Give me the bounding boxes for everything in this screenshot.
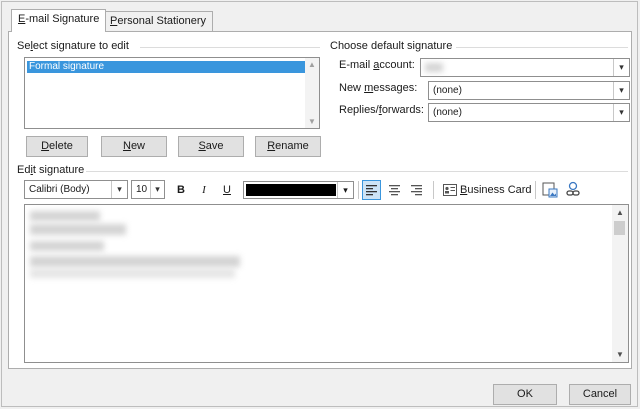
replies-forwards-select[interactable]: (none) ▾ xyxy=(428,103,630,122)
email-account-select[interactable]: ▾ xyxy=(420,58,630,77)
font-color-swatch xyxy=(246,184,336,196)
align-center-button[interactable] xyxy=(385,180,404,200)
picture-icon xyxy=(542,182,558,198)
new-messages-label: New messages: xyxy=(339,82,418,94)
tab-personal-stationery[interactable]: Personal Stationery xyxy=(103,11,214,31)
edit-signature-label: Edit signature xyxy=(17,164,85,176)
chevron-down-icon[interactable]: ▾ xyxy=(613,59,629,76)
replies-forwards-label: Replies/forwards: xyxy=(339,104,424,116)
toolbar-separator xyxy=(433,181,434,199)
email-account-label: E-mail account: xyxy=(339,59,415,71)
align-left-icon xyxy=(366,185,377,196)
business-card-button[interactable]: Business Card xyxy=(441,180,532,200)
font-select[interactable]: Calibri (Body) ▾ xyxy=(24,180,128,199)
default-signature-label: Choose default signature xyxy=(330,40,453,52)
ok-button[interactable]: OK xyxy=(493,384,557,405)
font-color-select[interactable]: ▾ xyxy=(243,181,354,199)
scroll-thumb[interactable] xyxy=(614,221,625,235)
chevron-down-icon[interactable]: ▾ xyxy=(111,181,127,198)
new-messages-value: (none) xyxy=(433,85,462,96)
cancel-button[interactable]: Cancel xyxy=(569,384,631,405)
business-card-icon xyxy=(443,184,457,196)
font-size-value: 10 xyxy=(136,184,148,195)
scroll-up-icon[interactable]: ▲ xyxy=(616,208,624,217)
chevron-down-icon[interactable]: ▾ xyxy=(613,82,629,99)
rename-button[interactable]: Rename xyxy=(255,136,321,157)
chevron-down-icon[interactable]: ▾ xyxy=(613,104,629,121)
select-signature-label: Select signature to edit xyxy=(17,40,129,52)
list-scrollbar[interactable]: ▲ ▼ xyxy=(305,58,319,128)
align-center-icon xyxy=(389,185,400,196)
chevron-down-icon[interactable]: ▾ xyxy=(150,181,164,198)
redacted-text xyxy=(30,241,104,251)
italic-button[interactable]: I xyxy=(197,180,211,200)
redacted-text xyxy=(30,256,240,267)
insert-hyperlink-button[interactable] xyxy=(564,181,582,199)
save-button[interactable]: Save xyxy=(178,136,244,157)
font-size-select[interactable]: 10 ▾ xyxy=(131,180,165,199)
toolbar-separator xyxy=(535,181,536,199)
replies-forwards-value: (none) xyxy=(433,107,462,118)
list-item[interactable]: Formal signature xyxy=(27,61,305,73)
new-button[interactable]: New xyxy=(101,136,167,157)
scroll-up-icon[interactable]: ▲ xyxy=(308,60,316,69)
signature-editor[interactable]: ▲ ▼ xyxy=(24,204,629,363)
align-right-icon xyxy=(411,185,422,196)
business-card-label: Business Card xyxy=(460,184,532,196)
font-value: Calibri (Body) xyxy=(29,184,90,195)
bold-button[interactable]: B xyxy=(174,180,188,200)
scroll-down-icon[interactable]: ▼ xyxy=(616,350,624,359)
tab-email-signature-label: E-mail Signature xyxy=(18,13,100,25)
new-messages-select[interactable]: (none) ▾ xyxy=(428,81,630,100)
insert-picture-button[interactable] xyxy=(541,181,559,199)
editor-scrollbar[interactable]: ▲ ▼ xyxy=(612,205,628,362)
align-right-button[interactable] xyxy=(407,180,426,200)
redacted-text xyxy=(30,269,235,278)
divider xyxy=(86,171,628,172)
divider xyxy=(456,47,628,48)
align-left-button[interactable] xyxy=(362,180,381,200)
signature-list[interactable]: Formal signature ▲ ▼ xyxy=(24,57,320,129)
divider xyxy=(140,47,320,48)
scroll-down-icon[interactable]: ▼ xyxy=(308,117,316,126)
delete-button[interactable]: Delete xyxy=(26,136,88,157)
underline-button[interactable]: U xyxy=(220,180,234,200)
redacted-text xyxy=(30,224,126,235)
redacted-text xyxy=(30,211,100,221)
redacted-account xyxy=(425,63,443,72)
hyperlink-icon xyxy=(566,181,580,196)
tab-personal-stationery-label: Personal Stationery xyxy=(110,15,207,27)
chevron-down-icon[interactable]: ▾ xyxy=(337,182,353,198)
toolbar-separator xyxy=(358,181,359,199)
tab-email-signature[interactable]: E-mail Signature xyxy=(11,9,107,32)
